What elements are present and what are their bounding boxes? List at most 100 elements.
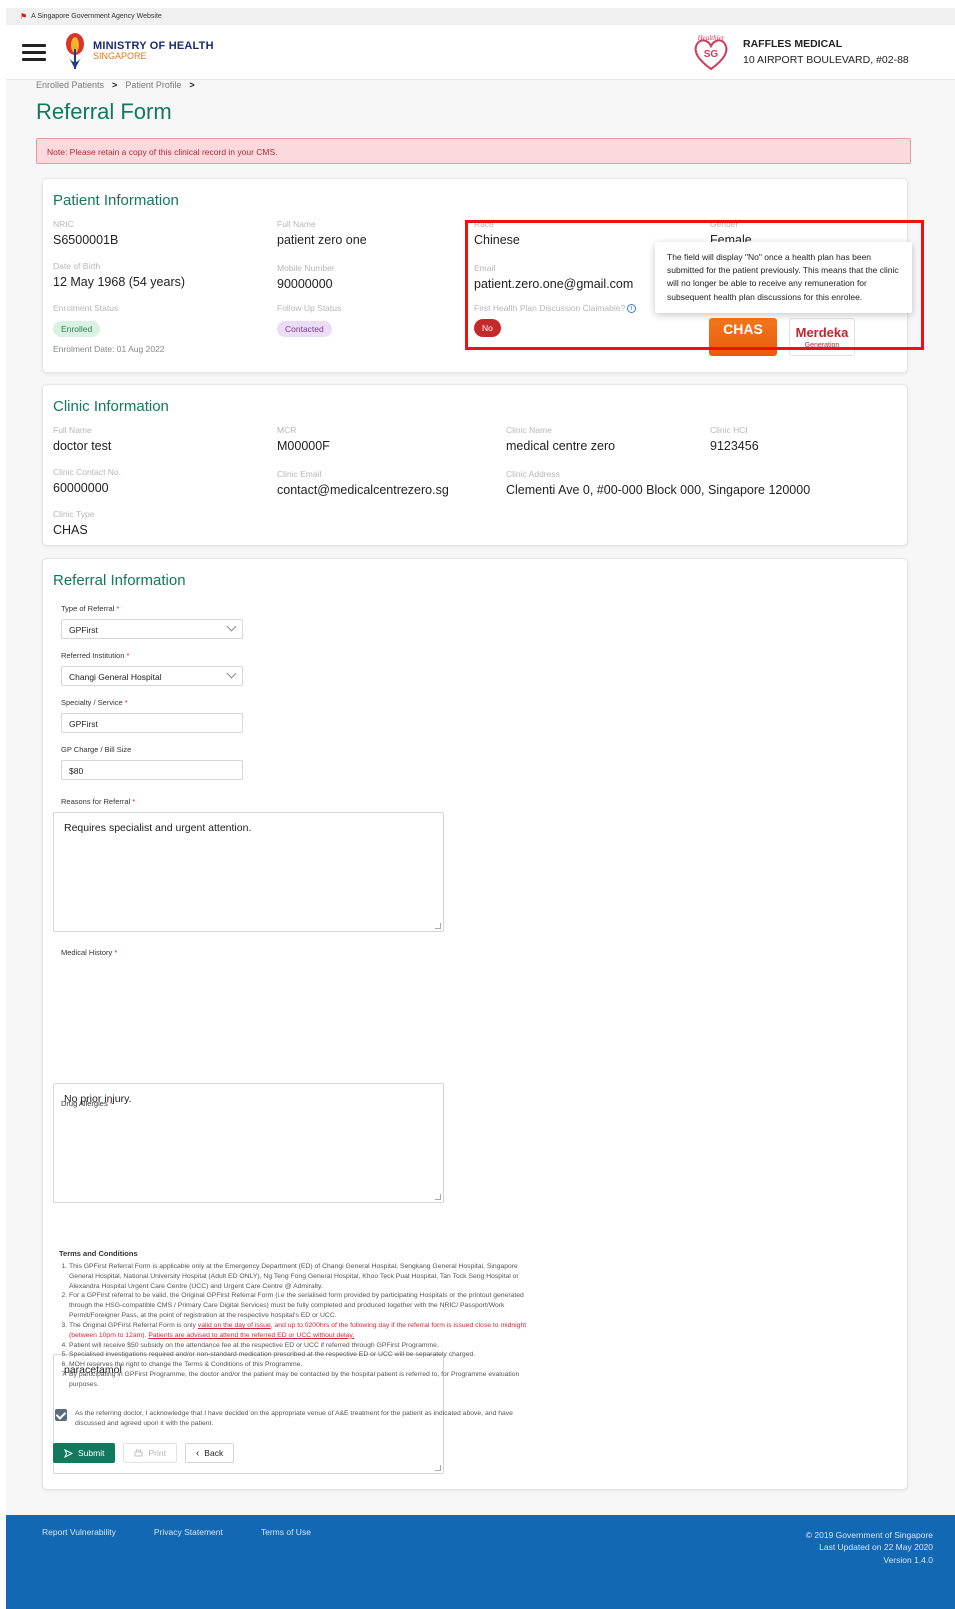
clinic-address-value: Clementi Ave 0, #00-000 Block 000, Singa… xyxy=(506,483,811,497)
moh-subtitle: SINGAPORE xyxy=(93,51,147,62)
clinic-contact-label: Clinic Contact No. xyxy=(53,467,122,477)
dob-label: Date of Birth xyxy=(53,261,101,271)
breadcrumb-separator: > xyxy=(189,80,195,90)
clinic-name-value: medical centre zero xyxy=(506,439,616,453)
clinic-name-label: Clinic Name xyxy=(506,425,552,435)
menu-icon[interactable] xyxy=(22,44,46,62)
breadcrumb: Enrolled Patients > Patient Profile > xyxy=(36,80,911,90)
race-label: Race xyxy=(474,219,494,229)
clinic-address-label: Clinic Address xyxy=(506,469,560,479)
moh-emblem-icon xyxy=(66,33,84,69)
fullname-label: Full Name xyxy=(277,219,316,229)
svg-text:SG: SG xyxy=(704,49,719,60)
chevron-down-icon xyxy=(226,621,237,632)
institution-value: Changi General Hospital xyxy=(69,672,162,682)
institution-select[interactable]: Changi General Hospital xyxy=(61,666,243,686)
chevron-left-icon: ‹ xyxy=(195,1447,200,1459)
clinic-info-card: Clinic Information Full Name doctor test… xyxy=(42,384,908,546)
referral-type-select[interactable]: GPFirst xyxy=(61,619,243,639)
dob-value: 12 May 1968 (54 years) xyxy=(53,275,186,289)
gp-charge-value: $80 xyxy=(69,766,84,776)
specialty-label: Specialty / Service xyxy=(61,698,123,707)
referral-info-card: Referral Information Type of Referral * … xyxy=(42,558,908,1490)
doctor-name-label: Full Name xyxy=(53,425,92,435)
submit-button[interactable]: Submit xyxy=(53,1443,116,1463)
back-button[interactable]: ‹ Back xyxy=(184,1443,235,1463)
terms-title: Terms and Conditions xyxy=(59,1249,138,1258)
mcr-value: M00000F xyxy=(277,439,330,453)
followup-status-badge: Contacted xyxy=(277,321,332,337)
main-content: Enrolled Patients > Patient Profile > Re… xyxy=(36,75,911,164)
history-label: Medical History xyxy=(61,948,113,957)
fullname-value: patient zero one xyxy=(277,233,367,247)
info-icon[interactable]: i xyxy=(627,304,637,314)
gov-strip-text: A Singapore Government Agency Website xyxy=(31,13,162,20)
referral-type-label: Type of Referral xyxy=(61,604,115,613)
resize-handle-icon[interactable] xyxy=(435,923,441,929)
claimable-badge: No xyxy=(474,319,501,338)
gender-label: Gender xyxy=(710,219,739,229)
followup-status-label: Follow Up Status xyxy=(277,303,342,313)
patient-info-title: Patient Information xyxy=(53,192,179,209)
footer-version: Version 1.4.0 xyxy=(883,1554,933,1565)
terms-item: MOH reserves the right to change the Ter… xyxy=(69,1360,534,1370)
referral-info-title: Referral Information xyxy=(53,572,186,589)
enrolment-status-badge: Enrolled xyxy=(53,321,101,337)
terms-item: By participating in GPFirst Programme, t… xyxy=(69,1370,534,1390)
clinic-hci-label: Clinic HCI xyxy=(710,425,748,435)
gov-strip: ⚑ A Singapore Government Agency Website xyxy=(6,8,955,25)
print-button[interactable]: Print xyxy=(123,1443,177,1463)
top-header: MINISTRY OF HEALTH SINGAPORE SG Healthie… xyxy=(6,25,955,80)
required-mark: * xyxy=(124,698,128,707)
footer-link-privacy-statement[interactable]: Privacy Statement xyxy=(154,1527,223,1537)
merdeka-card-text: Merdeka xyxy=(795,325,849,340)
submit-label: Submit xyxy=(78,1448,105,1458)
breadcrumb-separator: > xyxy=(112,80,118,90)
merdeka-generation-card-image: Merdeka Generation xyxy=(789,318,855,356)
footer-link-terms-of-use[interactable]: Terms of Use xyxy=(261,1527,311,1537)
required-mark: * xyxy=(114,948,118,957)
terms-highlight: Patients are advised to attend the refer… xyxy=(148,1331,355,1339)
terms-text: The Original GPFirst Referral Form is on… xyxy=(69,1321,196,1329)
send-icon xyxy=(64,1448,73,1458)
institution-label: Referred Institution xyxy=(61,651,125,660)
terms-item: For a GPFirst referral to be valid, the … xyxy=(69,1291,534,1321)
footer-last-updated: Last Updated on 22 May 2020 xyxy=(819,1542,933,1553)
svg-text:Healthier: Healthier xyxy=(697,34,725,42)
specialty-input[interactable]: GPFirst xyxy=(61,713,243,733)
email-label: Email xyxy=(474,263,496,273)
resize-handle-icon[interactable] xyxy=(435,1194,441,1200)
gp-charge-input[interactable]: $80 xyxy=(61,760,243,780)
reasons-label: Reasons for Referral xyxy=(61,797,131,806)
mobile-value: 90000000 xyxy=(277,277,333,291)
required-mark: * xyxy=(126,651,130,660)
moh-logo[interactable]: MINISTRY OF HEALTH SINGAPORE xyxy=(63,31,214,71)
print-label: Print xyxy=(148,1448,166,1458)
clinic-info-title: Clinic Information xyxy=(53,398,169,415)
allergies-label: Drug Allergies xyxy=(61,1099,108,1108)
merdeka-card-subtext: Generation xyxy=(804,342,840,349)
resize-handle-icon[interactable] xyxy=(435,1465,441,1471)
chas-card-text: CHAS xyxy=(723,321,763,337)
email-value: patient.zero.one@gmail.com xyxy=(474,277,634,291)
chas-card-image: CHAS xyxy=(709,318,777,356)
clinic-type-label: Clinic Type xyxy=(53,509,95,519)
footer-copyright: © 2019 Government of Singapore xyxy=(805,1530,933,1540)
required-mark: * xyxy=(109,1099,113,1108)
terms-item: Specialised investigations required and/… xyxy=(69,1350,534,1360)
terms-item: This GPFirst Referral Form is applicable… xyxy=(69,1262,534,1292)
reasons-textarea[interactable]: Requires specialist and urgent attention… xyxy=(53,812,444,932)
footer-link-report-vulnerability[interactable]: Report Vulnerability xyxy=(42,1527,116,1537)
breadcrumb-enrolled-patients[interactable]: Enrolled Patients xyxy=(36,80,104,90)
clinic-hci-value: 9123456 xyxy=(710,439,759,453)
lion-icon: ⚑ xyxy=(20,12,28,21)
footer: Report Vulnerability Privacy Statement T… xyxy=(6,1515,955,1609)
mcr-label: MCR xyxy=(277,425,297,435)
nric-label: NRIC xyxy=(53,219,74,229)
breadcrumb-patient-profile[interactable]: Patient Profile xyxy=(125,80,181,90)
header-clinic-address: 10 AIRPORT BOULEVARD, #02-88 xyxy=(743,54,909,66)
mobile-label: Mobile Number xyxy=(277,263,335,273)
acknowledge-checkbox[interactable] xyxy=(55,1409,67,1421)
page-title: Referral Form xyxy=(36,99,172,124)
clinic-email-label: Clinic Email xyxy=(277,469,322,479)
